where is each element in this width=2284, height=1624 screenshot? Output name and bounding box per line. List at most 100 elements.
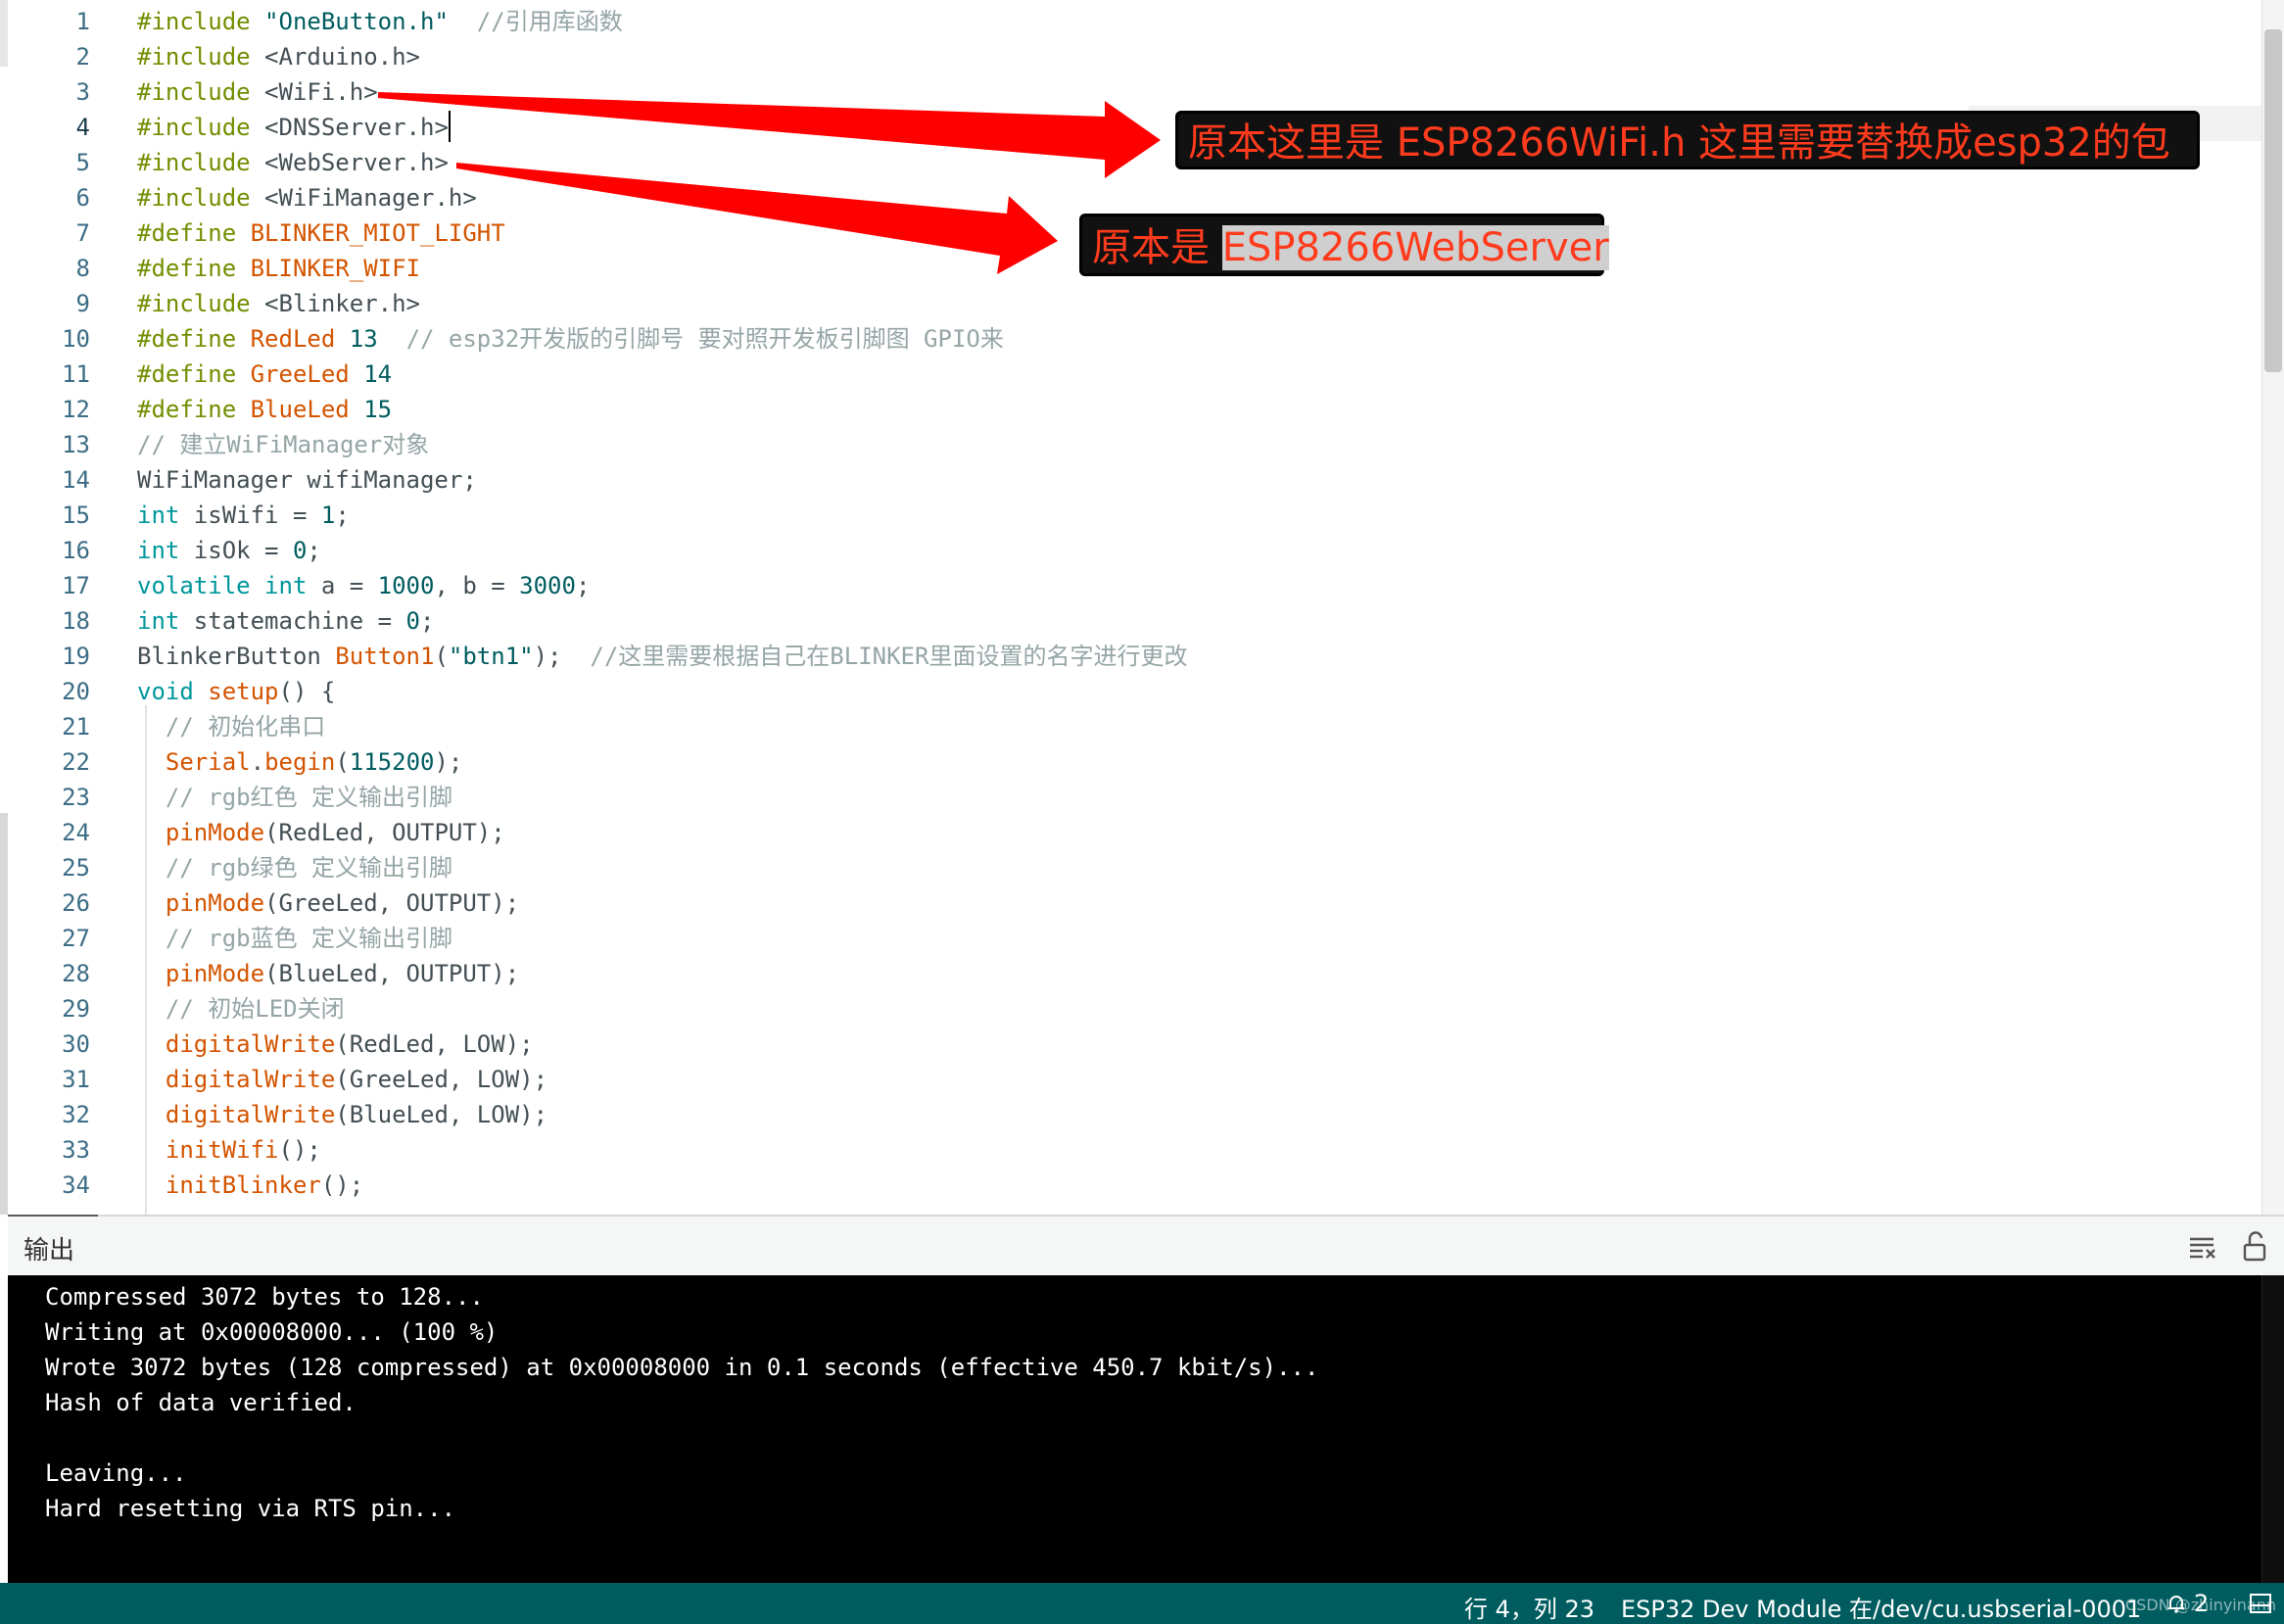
line-number: 17 bbox=[62, 572, 90, 599]
code-line[interactable]: #include "OneButton.h" //引用库函数 bbox=[137, 4, 623, 39]
code-token: ( bbox=[335, 748, 350, 776]
code-line[interactable]: pinMode(BlueLed, OUTPUT); bbox=[137, 956, 519, 991]
code-line[interactable]: BlinkerButton Button1("btn1"); //这里需要根据自… bbox=[137, 639, 1187, 674]
line-number: 3 bbox=[75, 78, 90, 106]
code-line[interactable]: #include <WiFiManager.h> bbox=[137, 180, 477, 215]
line-number: 11 bbox=[62, 360, 90, 388]
code-line[interactable]: // 建立WiFiManager对象 bbox=[137, 427, 429, 462]
code-line[interactable]: #define BlueLed 15 bbox=[137, 392, 392, 427]
code-token: statemachine = bbox=[179, 607, 406, 635]
code-token: // esp32开发版的引脚号 要对照开发板引脚图 GPIO来 bbox=[405, 325, 1004, 353]
line-number: 32 bbox=[62, 1101, 90, 1128]
line-number: 14 bbox=[62, 466, 90, 494]
code-token: void bbox=[137, 678, 194, 705]
code-line[interactable]: #define RedLed 13 // esp32开发版的引脚号 要对照开发板… bbox=[137, 321, 1004, 357]
code-token: "OneButton.h" bbox=[264, 8, 449, 35]
code-token: // 初始LED关闭 bbox=[165, 995, 345, 1023]
editor-scrollbar-thumb[interactable] bbox=[2264, 29, 2282, 372]
scroll-lock-icon[interactable] bbox=[2239, 1230, 2272, 1264]
code-line[interactable]: pinMode(RedLed, OUTPUT); bbox=[137, 815, 505, 850]
line-number: 25 bbox=[62, 854, 90, 882]
code-line[interactable]: #include <DNSServer.h> bbox=[137, 110, 449, 145]
code-line[interactable]: pinMode(GreeLed, OUTPUT); bbox=[137, 885, 519, 921]
line-number: 29 bbox=[62, 995, 90, 1023]
code-line[interactable]: digitalWrite(BlueLed, LOW); bbox=[137, 1097, 547, 1132]
code-token: // rgb红色 定义输出引脚 bbox=[165, 784, 453, 811]
code-line[interactable]: // 初始LED关闭 bbox=[137, 991, 345, 1027]
line-number: 19 bbox=[62, 643, 90, 670]
code-line[interactable]: WiFiManager wifiManager; bbox=[137, 462, 477, 498]
code-token: // rgb蓝色 定义输出引脚 bbox=[165, 925, 453, 952]
code-token: 115200 bbox=[349, 748, 435, 776]
code-line[interactable]: // rgb红色 定义输出引脚 bbox=[137, 780, 452, 815]
code-line[interactable]: volatile int a = 1000, b = 3000; bbox=[137, 568, 590, 603]
code-line[interactable]: initBlinker(); bbox=[137, 1168, 363, 1203]
console-scrollbar[interactable] bbox=[2261, 1275, 2284, 1583]
code-line[interactable]: digitalWrite(RedLed, LOW); bbox=[137, 1027, 534, 1062]
line-number: 26 bbox=[62, 889, 90, 917]
code-token: digitalWrite bbox=[165, 1030, 336, 1058]
output-panel-title[interactable]: 输出 bbox=[24, 1230, 74, 1266]
code-line[interactable]: Serial.begin(115200); bbox=[137, 744, 462, 780]
code-token: #include bbox=[137, 78, 265, 106]
code-token: 1000 bbox=[377, 572, 435, 599]
line-number: 24 bbox=[62, 819, 90, 846]
text-cursor bbox=[449, 111, 451, 142]
code-token: 14 bbox=[363, 360, 393, 388]
code-line[interactable]: #include <Blinker.h> bbox=[137, 286, 420, 321]
code-token: int bbox=[137, 607, 180, 635]
left-edge-mark-top bbox=[0, 0, 8, 67]
code-token: BlueLed bbox=[250, 396, 350, 423]
code-line[interactable]: // rgb绿色 定义输出引脚 bbox=[137, 850, 452, 885]
code-token: #include bbox=[137, 290, 265, 317]
line-number: 13 bbox=[62, 431, 90, 458]
code-line[interactable]: int statemachine = 0; bbox=[137, 603, 434, 639]
code-line[interactable]: // rgb蓝色 定义输出引脚 bbox=[137, 921, 452, 956]
left-edge-strip bbox=[0, 0, 8, 1215]
code-line[interactable]: digitalWrite(GreeLed, LOW); bbox=[137, 1062, 547, 1097]
line-number: 2 bbox=[75, 43, 90, 71]
line-number: 10 bbox=[62, 325, 90, 353]
code-token: ; bbox=[575, 572, 591, 599]
code-token: 0 bbox=[292, 537, 308, 564]
code-token: pinMode bbox=[165, 889, 265, 917]
code-editor[interactable]: 1 2 3 4 5 6 7 8 9 10 11 12 13 14 15 16 17 18 19 20 21 22 23 24 2… bbox=[0, 0, 2284, 1215]
cursor-position[interactable]: 行 4，列 23 bbox=[1464, 1590, 1594, 1624]
editor-scrollbar[interactable] bbox=[2261, 0, 2284, 1215]
output-console[interactable]: Compressed 3072 bytes to 128... Writing a… bbox=[8, 1275, 2284, 1583]
notification-count: 2 bbox=[2194, 1590, 2210, 1617]
line-number: 12 bbox=[62, 396, 90, 423]
code-token: #include bbox=[137, 43, 265, 71]
code-line[interactable]: #include <WiFi.h> bbox=[137, 74, 378, 110]
code-line[interactable]: #include <WebServer.h> bbox=[137, 145, 449, 180]
code-line[interactable]: int isWifi = 1; bbox=[137, 498, 350, 533]
code-line[interactable]: #define BLINKER_WIFI bbox=[137, 251, 420, 286]
code-line[interactable]: void setup() { bbox=[137, 674, 335, 709]
code-line[interactable]: #define BLINKER_MIOT_LIGHT bbox=[137, 215, 505, 251]
board-port-info[interactable]: ESP32 Dev Module 在/dev/cu.usbserial-0001… bbox=[1621, 1590, 2140, 1624]
code-area[interactable]: #include "OneButton.h" //引用库函数 #include <… bbox=[137, 0, 2243, 1215]
code-line[interactable]: #define GreeLed 14 bbox=[137, 357, 392, 392]
code-line[interactable]: int isOk = 0; bbox=[137, 533, 321, 568]
code-line[interactable]: initWifi(); bbox=[137, 1132, 321, 1168]
code-line[interactable]: #include <Arduino.h> bbox=[137, 39, 420, 74]
code-token: #define bbox=[137, 325, 251, 353]
bell-icon[interactable] bbox=[2165, 1592, 2188, 1615]
clear-output-icon[interactable] bbox=[2186, 1230, 2219, 1264]
code-line[interactable]: // 初始化串口 bbox=[137, 709, 325, 744]
code-token: #include bbox=[137, 8, 265, 35]
code-token: ( bbox=[434, 643, 449, 670]
code-token: //这里需要根据自己在BLINKER里面设置的名字进行更改 bbox=[590, 643, 1188, 670]
code-token: (); bbox=[320, 1171, 364, 1199]
code-token: digitalWrite bbox=[165, 1101, 336, 1128]
line-number: 30 bbox=[62, 1030, 90, 1058]
toggle-panel-icon[interactable] bbox=[2249, 1593, 2272, 1614]
annotation-text-2-prefix: 原本是 bbox=[1092, 225, 1222, 270]
console-line: Compressed 3072 bytes to 128... bbox=[45, 1283, 484, 1311]
